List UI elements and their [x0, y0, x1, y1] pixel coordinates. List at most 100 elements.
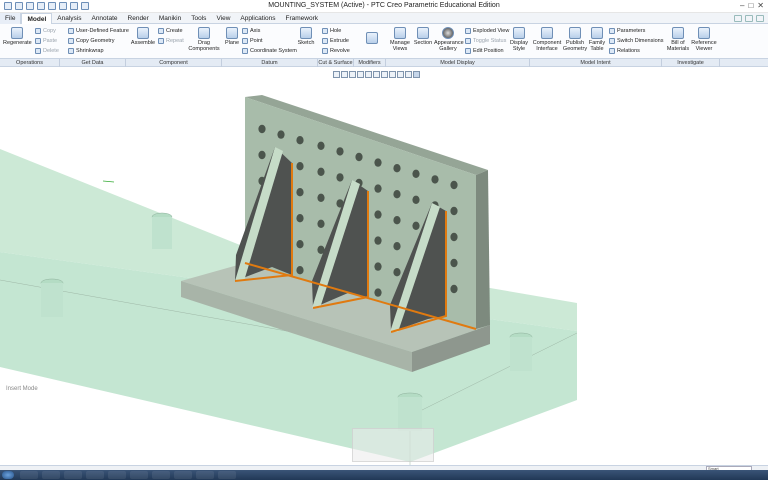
- menu-framework[interactable]: Framework: [280, 13, 323, 24]
- taskbar-app[interactable]: [130, 471, 148, 479]
- extrude-icon: [322, 38, 328, 44]
- group-modifiers[interactable]: Modifiers: [354, 59, 386, 67]
- group-cut-surface[interactable]: Cut & Surface: [318, 59, 354, 67]
- assemble-button[interactable]: Assemble: [129, 27, 157, 46]
- menu-bar: File Model Analysis Annotate Render Mani…: [0, 12, 768, 24]
- repaint-icon[interactable]: [357, 71, 364, 78]
- publish-geometry-button[interactable]: Publish Geometry: [562, 27, 588, 52]
- plate-hole: [296, 162, 304, 171]
- zoom-in-icon[interactable]: [341, 71, 348, 78]
- display-style-icon: [513, 27, 525, 39]
- taskbar-app[interactable]: [42, 471, 60, 479]
- menu-analysis[interactable]: Analysis: [52, 13, 86, 24]
- exploded-view-button[interactable]: Exploded View: [465, 28, 509, 34]
- repeat-button[interactable]: Repeat: [158, 38, 184, 44]
- group-component[interactable]: Component: [126, 59, 222, 67]
- group-datum[interactable]: Datum: [222, 59, 318, 67]
- copy-button[interactable]: Copy: [35, 28, 56, 34]
- shrinkwrap-button[interactable]: Shrinkwrap: [68, 48, 104, 54]
- menu-render[interactable]: Render: [123, 13, 154, 24]
- graphics-window[interactable]: [0, 67, 768, 465]
- reference-viewer-button[interactable]: Reference Viewer: [690, 27, 718, 52]
- title-bar: MOUNTING_SYSTEM (Active) - PTC Creo Para…: [0, 0, 768, 13]
- create-button[interactable]: Create: [158, 28, 183, 34]
- axis-button[interactable]: Axis: [242, 28, 260, 34]
- delete-button[interactable]: Delete: [35, 48, 59, 54]
- plate-hole: [374, 262, 382, 271]
- component-interface-button[interactable]: Component Interface: [532, 27, 562, 52]
- revolve-button[interactable]: Revolve: [322, 48, 350, 54]
- datum-display-icon[interactable]: [397, 71, 404, 78]
- maximize-icon[interactable]: □: [748, 1, 753, 10]
- refit-icon[interactable]: [333, 71, 340, 78]
- display-style-icon[interactable]: [365, 71, 372, 78]
- search-icon[interactable]: [745, 14, 753, 22]
- mount-hole-bore: [510, 337, 532, 371]
- group-model-display[interactable]: Model Display: [386, 59, 530, 67]
- switch-dimensions-button[interactable]: Switch Dimensions: [609, 38, 663, 44]
- close-icon[interactable]: ✕: [757, 1, 764, 10]
- group-get-data[interactable]: Get Data: [60, 59, 126, 67]
- perspective-icon[interactable]: [389, 71, 396, 78]
- menu-manikin[interactable]: Manikin: [154, 13, 186, 24]
- appearance-gallery-button[interactable]: Appearance Gallery: [434, 27, 464, 52]
- modifiers-button[interactable]: [360, 32, 384, 45]
- plate-hole: [296, 136, 304, 145]
- point-button[interactable]: Point: [242, 38, 263, 44]
- menu-tools[interactable]: Tools: [186, 13, 211, 24]
- minimize-icon[interactable]: –: [740, 1, 744, 10]
- menu-model[interactable]: Model: [21, 12, 53, 24]
- drag-components-button[interactable]: Drag Components: [188, 27, 220, 52]
- group-model-intent[interactable]: Model Intent: [530, 59, 662, 67]
- plate-hole: [374, 184, 382, 193]
- group-operations[interactable]: Operations: [0, 59, 60, 67]
- back-plate-side: [476, 170, 490, 329]
- csys-marker: [102, 180, 115, 183]
- plate-hole: [374, 236, 382, 245]
- taskbar-app[interactable]: [218, 471, 236, 479]
- plane-button[interactable]: Plane: [222, 27, 242, 46]
- reference-viewer-icon: [698, 27, 710, 39]
- bill-of-materials-button[interactable]: Bill of Materials: [664, 27, 692, 52]
- tile-icon[interactable]: [734, 14, 742, 22]
- taskbar-app[interactable]: [108, 471, 126, 479]
- user-defined-feature-button[interactable]: User-Defined Feature: [68, 28, 129, 34]
- parameters-button[interactable]: Parameters: [609, 28, 645, 34]
- section-button[interactable]: Section: [412, 27, 434, 46]
- manage-views-button[interactable]: Manage Views: [388, 27, 412, 52]
- copy-geometry-button[interactable]: Copy Geometry: [68, 38, 115, 44]
- edit-position-button[interactable]: Edit Position: [465, 48, 504, 54]
- view-toolbar: [333, 71, 420, 78]
- toggle-status-icon: [465, 38, 471, 44]
- zoom-out-icon[interactable]: [349, 71, 356, 78]
- relations-button[interactable]: Relations: [609, 48, 640, 54]
- menu-file[interactable]: File: [0, 12, 22, 24]
- menu-view[interactable]: View: [211, 13, 235, 24]
- taskbar-app[interactable]: [174, 471, 192, 479]
- sketch-button[interactable]: Sketch: [295, 27, 317, 46]
- extrude-button[interactable]: Extrude: [322, 38, 349, 44]
- paste-button[interactable]: Paste: [35, 38, 57, 44]
- menu-annotate[interactable]: Annotate: [86, 13, 122, 24]
- taskbar-app[interactable]: [152, 471, 170, 479]
- family-table-button[interactable]: Family Table: [587, 27, 607, 52]
- view-manager-icon[interactable]: [381, 71, 388, 78]
- spin-center-icon[interactable]: [413, 71, 420, 78]
- start-button[interactable]: [2, 471, 14, 479]
- taskbar-app[interactable]: [86, 471, 104, 479]
- taskbar-app[interactable]: [64, 471, 82, 479]
- display-style-button[interactable]: Display Style: [508, 27, 530, 52]
- plate-hole: [317, 141, 325, 150]
- group-investigate[interactable]: Investigate: [662, 59, 720, 67]
- annotation-display-icon[interactable]: [405, 71, 412, 78]
- menu-applications[interactable]: Applications: [235, 13, 280, 24]
- taskbar-app[interactable]: [196, 471, 214, 479]
- toggle-status-button[interactable]: Toggle Status: [465, 38, 506, 44]
- coordinate-system-button[interactable]: Coordinate System: [242, 48, 297, 54]
- regenerate-button[interactable]: Regenerate: [3, 27, 32, 46]
- help-icon[interactable]: [756, 14, 764, 22]
- window-controls: – □ ✕: [740, 1, 764, 10]
- hole-button[interactable]: Hole: [322, 28, 341, 34]
- taskbar-app[interactable]: [20, 471, 38, 479]
- saved-views-icon[interactable]: [373, 71, 380, 78]
